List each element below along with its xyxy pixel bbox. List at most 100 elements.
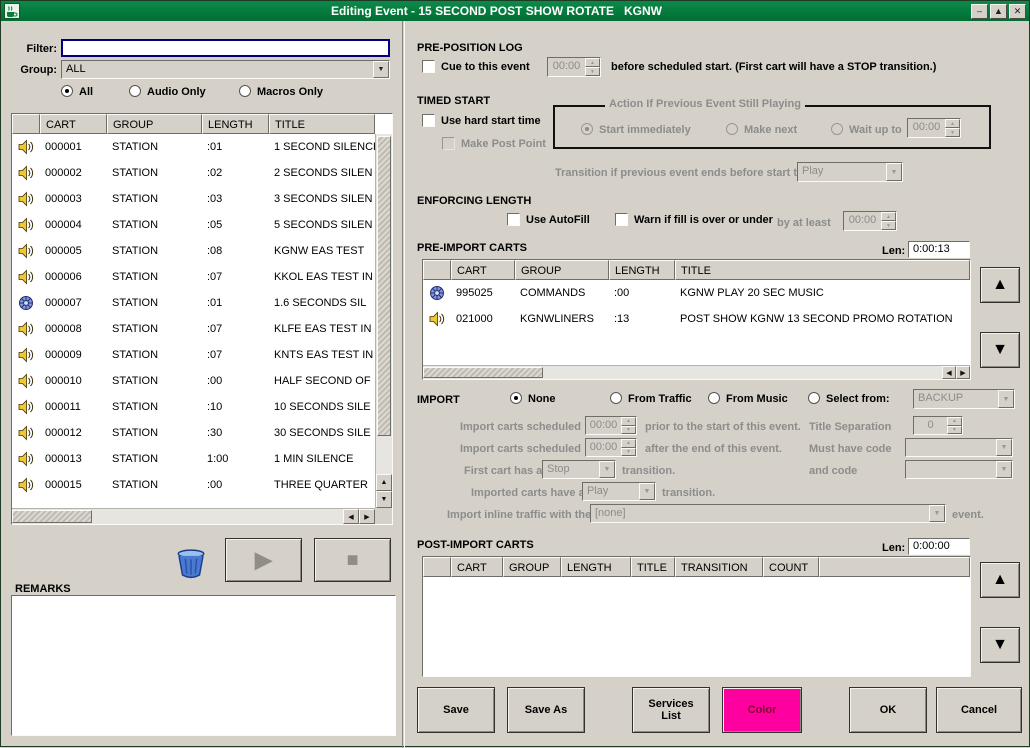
column-icon[interactable] (12, 114, 40, 134)
chevron-down-icon[interactable]: ▼ (373, 61, 389, 78)
cart-row[interactable]: 995025COMMANDS:00KGNW PLAY 20 SEC MUSIC (423, 280, 970, 306)
radio-macros-only-label[interactable]: Macros Only (257, 86, 323, 98)
use-autofill-checkbox[interactable] (507, 213, 520, 226)
cart-row[interactable]: 000011STATION:1010 SECONDS SILE (12, 394, 375, 420)
spin-down-icon[interactable]: ▼ (621, 426, 636, 435)
cart-row[interactable]: 000005STATION:08KGNW EAS TEST (12, 238, 375, 264)
column-title[interactable]: TITLE (269, 114, 375, 134)
column-length[interactable]: LENGTH (561, 557, 631, 577)
column-icon[interactable] (423, 557, 451, 577)
scroll-up-button[interactable]: ▲ (376, 474, 392, 491)
column-group[interactable]: GROUP (503, 557, 561, 577)
chevron-down-icon[interactable]: ▼ (929, 505, 945, 522)
spin-down-icon[interactable]: ▼ (881, 221, 896, 230)
spin-down-icon[interactable]: ▼ (585, 67, 600, 76)
horizontal-scrollbar[interactable]: ◀ ▶ (423, 365, 970, 379)
radio-wait-up-to-label[interactable]: Wait up to (849, 124, 902, 136)
cart-row[interactable]: 021000KGNWLINERS:13POST SHOW KGNW 13 SEC… (423, 306, 970, 332)
spin-up-icon[interactable]: ▲ (621, 439, 636, 448)
make-post-point-checkbox[interactable] (442, 137, 455, 150)
column-cart[interactable]: CART (451, 260, 515, 280)
radio-make-next-label[interactable]: Make next (744, 124, 797, 136)
cart-row[interactable]: 000012STATION:3030 SECONDS SILE (12, 420, 375, 446)
cart-row[interactable]: 000003STATION:033 SECONDS SILEN (12, 186, 375, 212)
cue-time-spinner[interactable]: 00:00 ▲▼ (547, 57, 601, 77)
cart-row[interactable]: 000010STATION:00HALF SECOND OF (12, 368, 375, 394)
must-have-code-select[interactable]: ▼ (905, 438, 1013, 457)
spin-down-icon[interactable]: ▼ (621, 448, 636, 457)
wait-time-spinner[interactable]: 00:00 ▲▼ (907, 118, 961, 138)
spin-down-icon[interactable]: ▼ (947, 426, 962, 435)
save-as-button[interactable]: Save As (507, 687, 585, 733)
spin-down-icon[interactable]: ▼ (945, 128, 960, 137)
cancel-button[interactable]: Cancel (936, 687, 1022, 733)
inline-traffic-select[interactable]: [none] ▼ (590, 504, 946, 523)
scroll-left-button[interactable]: ◀ (343, 509, 359, 524)
cart-row[interactable]: 000002STATION:022 SECONDS SILEN (12, 160, 375, 186)
cart-row[interactable]: 000015STATION:00THREE QUARTER (12, 472, 375, 498)
radio-make-next[interactable] (726, 123, 738, 135)
scroll-right-button[interactable]: ▶ (956, 366, 970, 379)
chevron-down-icon[interactable]: ▼ (998, 390, 1014, 408)
horizontal-scrollbar-thumb[interactable] (423, 367, 543, 378)
column-group[interactable]: GROUP (107, 114, 202, 134)
pre-import-table[interactable]: CART GROUP LENGTH TITLE 995025COMMANDS:0… (422, 259, 971, 380)
remarks-textarea[interactable] (11, 595, 396, 736)
filter-input[interactable] (61, 39, 390, 57)
cart-browser-table[interactable]: CART GROUP LENGTH TITLE 000001STATION:01… (11, 113, 393, 525)
services-list-button[interactable]: ServicesList (632, 687, 710, 733)
post-import-table[interactable]: CART GROUP LENGTH TITLE TRANSITION COUNT (422, 556, 971, 677)
spin-up-icon[interactable]: ▲ (585, 58, 600, 67)
spin-up-icon[interactable]: ▲ (621, 417, 636, 426)
column-count[interactable]: COUNT (763, 557, 819, 577)
first-cart-transition-select[interactable]: Stop ▼ (542, 460, 616, 479)
close-button[interactable]: ✕ (1009, 4, 1026, 19)
hard-start-label[interactable]: Use hard start time (441, 115, 541, 127)
cart-row[interactable]: 000013STATION1:001 MIN SILENCE (12, 446, 375, 472)
radio-import-none-label[interactable]: None (528, 393, 556, 405)
spin-up-icon[interactable]: ▲ (945, 119, 960, 128)
cue-to-event-label[interactable]: Cue to this event (441, 61, 530, 73)
radio-start-immediately-label[interactable]: Start immediately (599, 124, 691, 136)
radio-import-select-from-label[interactable]: Select from: (826, 393, 890, 405)
imported-carts-transition-select[interactable]: Play ▼ (582, 482, 656, 501)
radio-wait-up-to[interactable] (831, 123, 843, 135)
minimize-button[interactable]: – (971, 4, 988, 19)
group-select[interactable]: ALL ▼ (61, 60, 390, 79)
post-import-move-down-button[interactable]: ▼ (980, 627, 1020, 663)
radio-start-immediately[interactable] (581, 123, 593, 135)
spin-up-icon[interactable]: ▲ (881, 212, 896, 221)
radio-import-select-from[interactable] (808, 392, 820, 404)
warn-fill-label[interactable]: Warn if fill is over or under (634, 214, 773, 226)
radio-import-none[interactable] (510, 392, 522, 404)
horizontal-scrollbar-track[interactable] (543, 366, 942, 379)
chevron-down-icon[interactable]: ▼ (996, 439, 1012, 456)
spin-up-icon[interactable]: ▲ (947, 417, 962, 426)
cart-row[interactable]: 000004STATION:055 SECONDS SILEN (12, 212, 375, 238)
vertical-scrollbar[interactable]: ▲ ▼ (375, 134, 392, 508)
maximize-button[interactable]: ▲ (990, 4, 1007, 19)
save-button[interactable]: Save (417, 687, 495, 733)
pre-import-move-down-button[interactable]: ▼ (980, 332, 1020, 368)
sched-after-spinner[interactable]: 00:00 ▲▼ (585, 438, 637, 457)
hard-start-checkbox[interactable] (422, 114, 435, 127)
column-length[interactable]: LENGTH (202, 114, 269, 134)
chevron-down-icon[interactable]: ▼ (886, 163, 902, 181)
column-title[interactable]: TITLE (675, 260, 970, 280)
titlebar[interactable]: Editing Event - 15 SECOND POST SHOW ROTA… (1, 1, 1029, 21)
ok-button[interactable]: OK (849, 687, 927, 733)
radio-import-music[interactable] (708, 392, 720, 404)
chevron-down-icon[interactable]: ▼ (996, 461, 1012, 478)
play-button[interactable]: ▶ (225, 538, 302, 582)
horizontal-scrollbar-track[interactable] (92, 509, 343, 524)
title-separation-spinner[interactable]: 0 ▲▼ (913, 416, 963, 435)
pre-import-move-up-button[interactable]: ▲ (980, 267, 1020, 303)
scroll-right-button[interactable]: ▶ (359, 509, 375, 524)
horizontal-scrollbar-thumb[interactable] (12, 510, 92, 523)
radio-import-traffic-label[interactable]: From Traffic (628, 393, 692, 405)
cart-row[interactable]: 000007STATION:011.6 SECONDS SIL (12, 290, 375, 316)
column-icon[interactable] (423, 260, 451, 280)
column-group[interactable]: GROUP (515, 260, 609, 280)
column-cart[interactable]: CART (451, 557, 503, 577)
sched-prior-spinner[interactable]: 00:00 ▲▼ (585, 416, 637, 435)
